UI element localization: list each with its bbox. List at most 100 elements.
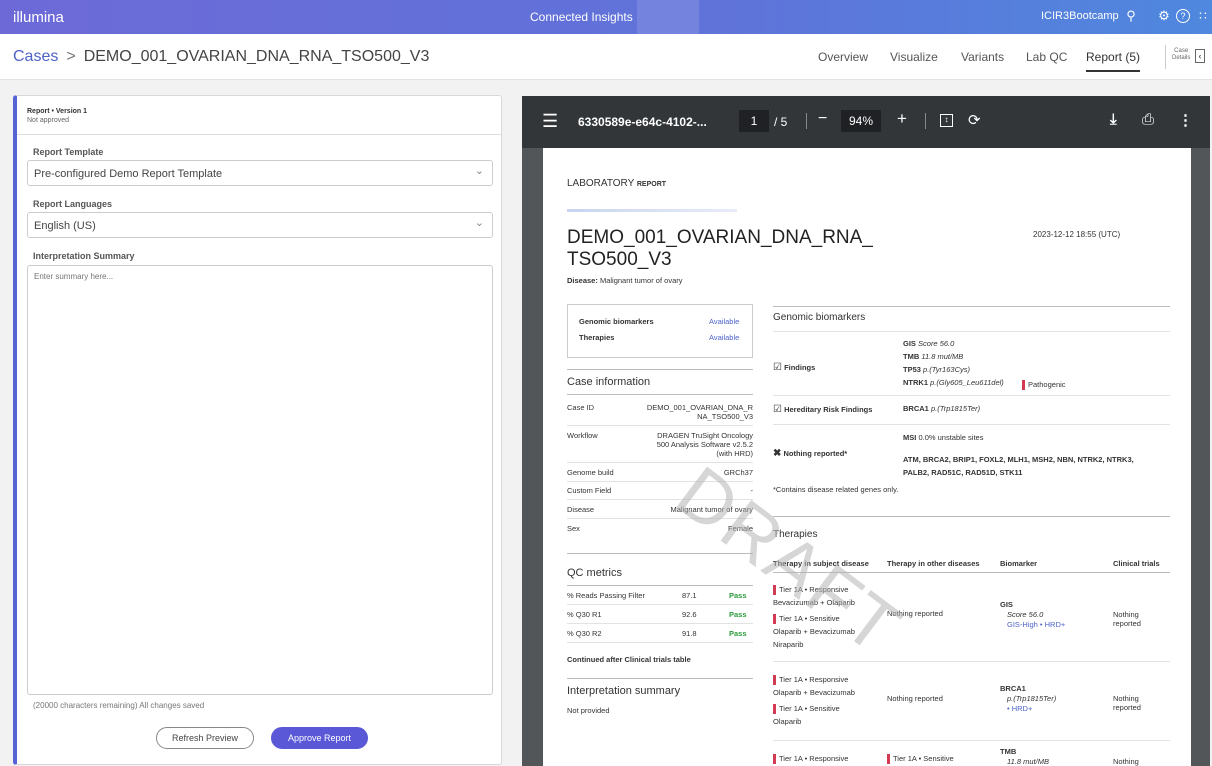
- tab-report[interactable]: Report (5): [1086, 50, 1141, 72]
- therapy-other: Nothing reported: [887, 694, 943, 703]
- case-info-value: -: [750, 486, 754, 495]
- chevron-down-icon: ⌄: [474, 165, 484, 177]
- qc-metric: % Reads Passing Filter: [567, 591, 645, 600]
- zoom-in-button[interactable]: +: [897, 109, 907, 129]
- check-circle-icon: ☑: [773, 404, 782, 415]
- report-title-line2: TSO500_V3: [567, 249, 672, 270]
- genomic-biomarkers-title: Genomic biomarkers: [773, 312, 866, 323]
- tab-overview[interactable]: Overview: [818, 50, 868, 64]
- biomarker-name: TMB: [1000, 747, 1017, 756]
- therapy-tier: Tier 1A • Sensitive: [887, 754, 954, 765]
- zoom-input[interactable]: 94%: [841, 110, 881, 132]
- header-accent-bar: [567, 209, 737, 212]
- refresh-preview-button[interactable]: Refresh Preview: [156, 727, 254, 749]
- case-info-value: DRAGEN TruSight Oncology: [657, 431, 753, 440]
- divider: [773, 516, 1170, 517]
- tab-lab-qc[interactable]: Lab QC: [1026, 50, 1067, 64]
- divider: [567, 553, 753, 554]
- clinical-trials: reported: [1113, 619, 1141, 628]
- rotate-icon[interactable]: ⟳: [968, 111, 981, 129]
- divider: [17, 134, 502, 135]
- biomarker-detail: p.(Trp1815Ter): [1007, 694, 1057, 703]
- summary-value: Available: [709, 317, 740, 326]
- apps-grid-icon[interactable]: ∷: [1196, 9, 1210, 23]
- interpretation-summary-label: Interpretation Summary: [33, 251, 135, 261]
- therapy-drug: Bevacizumab + Olaparib: [773, 598, 855, 607]
- case-info-label: Genome build: [567, 468, 614, 477]
- more-options-icon[interactable]: ⋮: [1178, 111, 1193, 129]
- biomarker-link[interactable]: • HRD+: [1007, 704, 1032, 713]
- summary-value: Available: [709, 333, 740, 342]
- report-language-value: English (US): [34, 220, 96, 232]
- case-details-toggle[interactable]: Case Details ‹: [1165, 45, 1208, 69]
- active-app-highlight: [637, 0, 699, 34]
- therapy-header: Therapy in subject disease: [773, 559, 869, 568]
- divider: [567, 678, 753, 679]
- report-language-select[interactable]: English (US) ⌄: [27, 212, 493, 238]
- divider: [567, 604, 753, 605]
- print-icon[interactable]: ⎙: [1142, 111, 1154, 128]
- breadcrumb-separator: >: [66, 48, 76, 65]
- qc-value: 87.1: [682, 591, 697, 600]
- page-number-input[interactable]: 1: [739, 110, 769, 132]
- therapy-header: Therapy in other diseases: [887, 559, 980, 568]
- fit-page-icon[interactable]: ↕: [940, 114, 953, 127]
- nothing-genes: ATM, BRCA2, BRIP1, FOXL2, MLH1, MSH2, NB…: [903, 455, 1134, 464]
- report-languages-label: Report Languages: [33, 199, 113, 209]
- approval-status: Not approved: [27, 117, 70, 124]
- divider: [773, 331, 1170, 332]
- divider: [773, 572, 1170, 573]
- qc-status: Pass: [729, 591, 747, 600]
- app-title[interactable]: Connected Insights: [530, 10, 633, 24]
- report-page: LABORATORY REPORT DEMO_001_OVARIAN_DNA_R…: [543, 148, 1191, 766]
- toolbar-divider: [806, 113, 807, 129]
- help-icon[interactable]: ?: [1176, 9, 1190, 23]
- qc-metric: % Q30 R2: [567, 629, 602, 638]
- case-info-label: Workflow: [567, 431, 598, 440]
- hereditary-label: ☑ Hereditary Risk Findings: [773, 404, 873, 415]
- interpretation-summary-input[interactable]: [27, 265, 493, 695]
- therapy-tier: Tier 1A • Responsive: [773, 754, 848, 765]
- divider: [773, 306, 1170, 307]
- divider: [567, 585, 753, 586]
- user-name[interactable]: ICIR3Bootcamp: [1041, 10, 1119, 22]
- report-template-select[interactable]: Pre-configured Demo Report Template ⌄: [27, 160, 493, 186]
- summary-label: Genomic biomarkers: [579, 317, 654, 326]
- report-settings-panel: Report • Version 1 Not approved Report T…: [13, 95, 502, 765]
- report-template-value: Pre-configured Demo Report Template: [34, 168, 223, 180]
- interpretation-summary-title: Interpretation summary: [567, 685, 681, 697]
- toolbar-divider: [925, 113, 926, 129]
- illumina-logo[interactable]: illumina: [13, 9, 64, 26]
- user-icon[interactable]: ⚲: [1124, 9, 1138, 23]
- divider: [773, 740, 1170, 741]
- collapse-panel-icon[interactable]: ‹: [1195, 49, 1205, 63]
- summary-label: Therapies: [579, 333, 615, 342]
- report-title-line1: DEMO_001_OVARIAN_DNA_RNA_: [567, 227, 873, 248]
- therapy-header: Biomarker: [1000, 559, 1038, 568]
- download-icon[interactable]: ⤓: [1110, 111, 1117, 128]
- zoom-out-button[interactable]: −: [818, 110, 827, 128]
- therapy-drug: Olaparib + Bevacizumab: [773, 627, 855, 636]
- characters-remaining: (20000 characters remaining) All changes…: [33, 701, 205, 710]
- chevron-down-icon: ⌄: [474, 217, 484, 229]
- qc-note: Continued after Clinical trials table: [567, 655, 691, 664]
- gear-icon[interactable]: ⚙: [1157, 9, 1171, 23]
- divider: [773, 661, 1170, 662]
- biomarker-link[interactable]: GIS-High • HRD+: [1007, 620, 1065, 629]
- tab-variants[interactable]: Variants: [961, 50, 1004, 64]
- divider: [567, 642, 753, 643]
- approve-report-button[interactable]: Approve Report: [271, 727, 368, 749]
- therapy-other: Nothing reported: [887, 609, 943, 618]
- pdf-filename: 6330589e-e64c-4102-...: [578, 115, 707, 129]
- check-circle-icon: ☑: [773, 362, 782, 373]
- divider: [567, 499, 753, 500]
- finding-item: NTRK1 p.(Gly605_Leu611del): [903, 378, 1004, 387]
- menu-icon[interactable]: ☰: [542, 111, 558, 132]
- biomarker-detail: 11.8 mut/MB: [1007, 757, 1049, 766]
- finding-item: GIS Score 56.0: [903, 339, 955, 348]
- findings-label: ☑ Findings: [773, 362, 816, 373]
- therapy-tier: Tier 1A • Responsive: [773, 675, 848, 686]
- tab-visualize[interactable]: Visualize: [890, 50, 938, 64]
- qc-metric: % Q30 R1: [567, 610, 602, 619]
- breadcrumb-cases-link[interactable]: Cases: [13, 48, 58, 65]
